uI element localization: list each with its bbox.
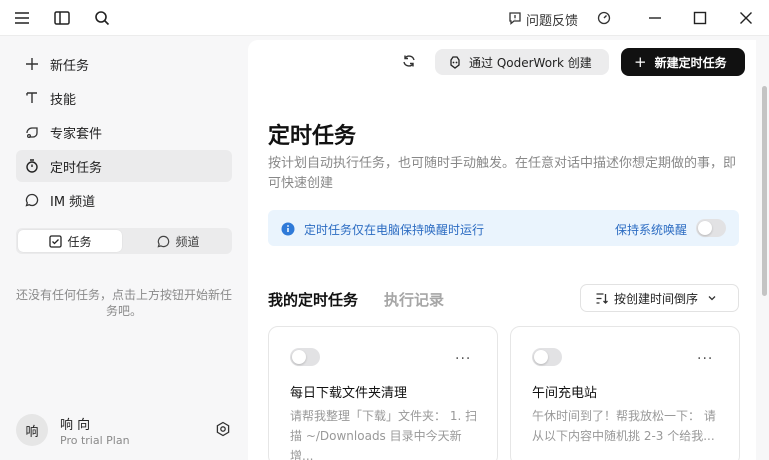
- skill-icon: [24, 90, 40, 106]
- task-card-description: 请帮我整理「下载」文件夹： 1. 扫 描 ~/Downloads 目录中今天新增…: [290, 406, 480, 460]
- search-icon[interactable]: [92, 8, 112, 28]
- sidebar-item-label: 专家套件: [50, 126, 103, 142]
- segment-tasks[interactable]: 任务: [18, 230, 122, 252]
- chat-icon: [156, 234, 170, 248]
- task-card-title: 午间充电站: [532, 386, 598, 401]
- menu-icon[interactable]: [12, 8, 32, 28]
- checkbox-icon: [48, 234, 62, 248]
- title-bar: 问题反馈: [0, 0, 769, 36]
- task-card-description-line: 描 ~/Downloads 目录中今天新增...: [290, 429, 462, 460]
- task-channel-segmented-control: 任务 频道: [16, 228, 232, 254]
- sort-dropdown[interactable]: 按创建时间倒序: [580, 284, 739, 312]
- task-card[interactable]: ··· 午间充电站 午休时间到了！帮我放松一下： 请 从以下内容中随机挑 2-3…: [510, 326, 740, 460]
- sort-label: 按创建时间倒序: [614, 291, 699, 306]
- chat-icon: [24, 192, 40, 208]
- info-icon: [281, 221, 295, 236]
- toggle-knob: [698, 221, 712, 235]
- minimize-button[interactable]: [643, 6, 667, 30]
- keep-awake-toggle[interactable]: [696, 219, 726, 237]
- feedback-icon[interactable]: [505, 8, 525, 28]
- segment-channels[interactable]: 频道: [126, 230, 230, 252]
- feedback-link[interactable]: 问题反馈: [526, 10, 578, 29]
- new-scheduled-task-label: 新建定时任务: [654, 55, 727, 70]
- timer-icon: [24, 158, 40, 174]
- new-scheduled-task-button[interactable]: + 新建定时任务: [621, 48, 745, 76]
- maximize-button[interactable]: [688, 6, 712, 30]
- plus-icon: +: [634, 53, 647, 71]
- sidebar-item-label: 定时任务: [50, 160, 103, 176]
- segment-tasks-label: 任务: [67, 234, 92, 249]
- toggle-knob: [534, 350, 548, 364]
- page-title: 定时任务: [268, 124, 357, 149]
- sidebar-item-scheduled-tasks[interactable]: 定时任务: [16, 150, 232, 182]
- sidebar-item-label: IM 频道: [50, 194, 96, 210]
- expert-suite-icon: [24, 124, 40, 140]
- task-card-description-line: 从以下内容中随机挑 2-3 个给我...: [532, 429, 715, 443]
- user-plan: Pro trial Plan: [60, 434, 130, 447]
- more-options-icon[interactable]: ···: [455, 351, 471, 367]
- tab-my-scheduled-tasks[interactable]: 我的定时任务: [268, 289, 358, 310]
- chevron-down-icon: [707, 293, 717, 303]
- sort-icon: [594, 291, 608, 305]
- task-card-description-line: 午休时间到了！帮我放松一下： 请: [532, 409, 716, 423]
- empty-task-hint: 还没有任何任务，点击上方按钮开始新任务吧。: [16, 288, 233, 318]
- user-profile[interactable]: 响 响 向 Pro trial Plan: [16, 412, 240, 452]
- sidebar-item-im-channel[interactable]: IM 频道: [16, 184, 232, 216]
- task-enable-toggle[interactable]: [532, 348, 562, 366]
- refresh-icon[interactable]: [400, 52, 418, 70]
- create-via-qoderwork-button[interactable]: 通过 QoderWork 创建: [435, 49, 609, 75]
- sidebar-item-new-task[interactable]: 新任务: [16, 48, 232, 80]
- close-button[interactable]: [734, 6, 758, 30]
- task-enable-toggle[interactable]: [290, 348, 320, 366]
- plus-icon: [24, 56, 40, 72]
- tab-execution-log[interactable]: 执行记录: [384, 289, 444, 310]
- scrollbar-thumb[interactable]: [762, 86, 767, 296]
- dashboard-icon[interactable]: [594, 8, 614, 28]
- sidebar-item-expert-suite[interactable]: 专家套件: [16, 116, 232, 148]
- keep-awake-label: 保持系统唤醒: [615, 223, 688, 237]
- sidebar-toggle-icon[interactable]: [52, 8, 72, 28]
- page-description: 按计划自动执行任务，也可随时手动触发。在任意对话中描述你想定期做的事，即可快速创…: [268, 156, 737, 191]
- segment-channels-label: 频道: [175, 234, 200, 249]
- sidebar-item-label: 新任务: [50, 58, 90, 74]
- more-options-icon[interactable]: ···: [697, 351, 713, 367]
- user-name: 响 向: [60, 418, 91, 433]
- settings-gear-icon[interactable]: [214, 420, 232, 438]
- task-card[interactable]: ··· 每日下载文件夹清理 请帮我整理「下载」文件夹： 1. 扫 描 ~/Dow…: [268, 326, 498, 460]
- create-via-qoderwork-label: 通过 QoderWork 创建: [469, 55, 592, 70]
- avatar[interactable]: 响: [16, 414, 48, 446]
- toggle-knob: [292, 350, 306, 364]
- task-card-title: 每日下载文件夹清理: [290, 386, 408, 401]
- sidebar-item-skills[interactable]: 技能: [16, 82, 232, 114]
- sidebar-item-label: 技能: [50, 92, 77, 108]
- awake-notice-text: 定时任务仅在电脑保持唤醒时运行: [304, 223, 485, 237]
- awake-notice-banner: 定时任务仅在电脑保持唤醒时运行 保持系统唤醒: [268, 210, 739, 246]
- task-card-description-line: 请帮我整理「下载」文件夹： 1. 扫: [290, 409, 478, 423]
- qoderwork-icon: [448, 55, 462, 69]
- task-card-description: 午休时间到了！帮我放松一下： 请 从以下内容中随机挑 2-3 个给我...: [532, 406, 722, 446]
